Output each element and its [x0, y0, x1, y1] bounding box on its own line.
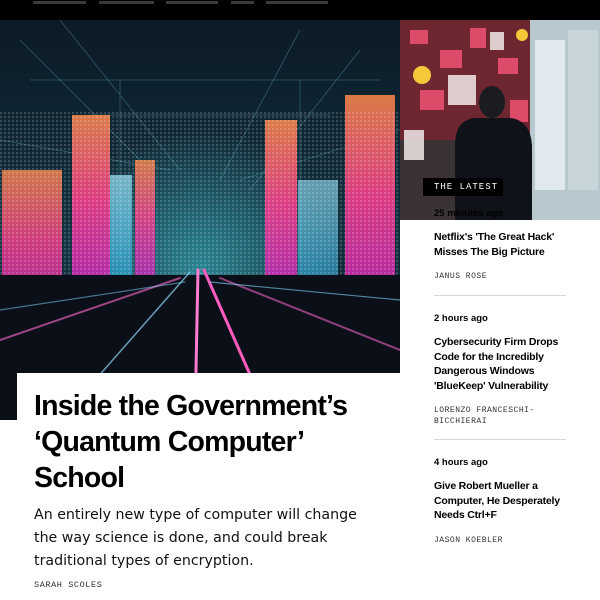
headline-link[interactable]: Cybersecurity Firm Drops Code for the In… [434, 335, 566, 393]
feature-title[interactable]: Inside the Government’s ‘Quantum Compute… [34, 388, 374, 496]
timestamp: 2 hours ago [434, 313, 488, 324]
hero-image[interactable] [0, 20, 400, 420]
latest-list: 25 minutes ago Netflix's 'The Great Hack… [434, 208, 566, 546]
nav-item[interactable] [33, 1, 86, 4]
divider [434, 439, 566, 440]
nav-item[interactable] [166, 1, 218, 4]
nav-item[interactable] [266, 1, 328, 4]
feature-story-card[interactable]: Inside the Government’s ‘Quantum Compute… [17, 373, 400, 600]
headline-link[interactable]: Netflix's 'The Great Hack' Misses The Bi… [434, 230, 566, 259]
timestamp: 25 minutes ago [434, 208, 504, 219]
author-byline[interactable]: JANUS ROSE [434, 271, 566, 282]
feature-author[interactable]: SARAH SCOLES [34, 580, 102, 590]
list-item[interactable]: 4 hours ago Give Robert Mueller a Comput… [434, 457, 566, 546]
author-byline[interactable]: JASON KOEBLER [434, 535, 566, 546]
list-item[interactable]: 25 minutes ago Netflix's 'The Great Hack… [434, 208, 566, 296]
headline-link[interactable]: Give Robert Mueller a Computer, He Despe… [434, 479, 566, 523]
nav-item[interactable] [99, 1, 154, 4]
feature-dek: An entirely new type of computer will ch… [34, 507, 357, 569]
list-item[interactable]: 2 hours ago Cybersecurity Firm Drops Cod… [434, 313, 566, 440]
top-nav-bar [0, 0, 600, 20]
divider [434, 295, 566, 296]
nav-item[interactable] [231, 1, 254, 4]
timestamp: 4 hours ago [434, 457, 488, 468]
the-latest-tag: THE LATEST [423, 178, 503, 196]
author-byline[interactable]: LORENZO FRANCESCHI-BICCHIERAI [434, 405, 544, 427]
